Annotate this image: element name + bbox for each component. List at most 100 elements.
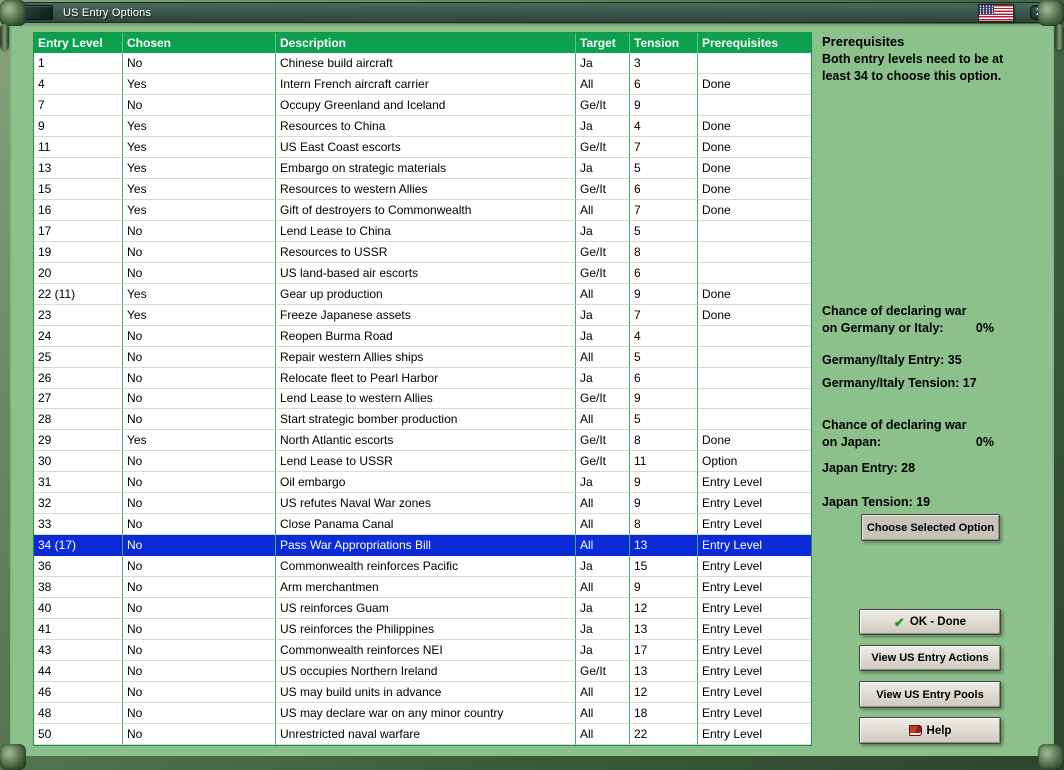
table-cell: No xyxy=(123,598,276,620)
help-button[interactable]: Help xyxy=(859,717,1001,744)
table-cell: All xyxy=(576,577,630,599)
table-cell: US land-based air escorts xyxy=(276,262,576,284)
table-cell: Yes xyxy=(123,73,276,95)
view-us-entry-pools-button[interactable]: View US Entry Pools xyxy=(859,681,1001,708)
table-cell: No xyxy=(123,661,276,683)
table-cell: 32 xyxy=(34,493,123,515)
column-header: Description xyxy=(276,33,576,53)
table-cell xyxy=(698,263,811,284)
table-cell: No xyxy=(123,640,276,662)
table-row[interactable]: 36 No Commonwealth reinforces Pacific Ja 15 E… xyxy=(34,556,811,578)
table-row[interactable]: 9 Yes Resources to China Ja 4 Done xyxy=(34,115,811,137)
table-cell: 40 xyxy=(34,598,123,620)
ok-done-button[interactable]: ✔ OK - Done xyxy=(859,609,1001,635)
choose-selected-option-button[interactable]: Choose Selected Option xyxy=(861,514,1000,541)
japan-tension-stat: Japan Tension: 19 xyxy=(822,495,931,509)
table-cell: Ja xyxy=(576,556,630,578)
table-cell: 11 xyxy=(34,136,123,158)
table-cell: 9 xyxy=(34,115,123,137)
table-cell: Reopen Burma Road xyxy=(276,325,576,347)
table-row[interactable]: 46 No US may build units in advance All 12 En… xyxy=(34,682,811,704)
table-cell: Gift of destroyers to Commonwealth xyxy=(276,199,576,221)
table-cell: Entry Level xyxy=(698,535,811,557)
table-cell: 13 xyxy=(34,157,123,179)
table-cell: 18 xyxy=(630,703,698,724)
table-row[interactable]: 43 No Commonwealth reinforces NEI Ja 17 Entry… xyxy=(34,640,811,662)
table-cell: 5 xyxy=(630,409,698,431)
table-cell: Ja xyxy=(576,325,630,347)
view-us-entry-pools-label: View US Entry Pools xyxy=(876,688,984,701)
table-cell: No xyxy=(123,409,276,431)
table-cell: Resources to USSR xyxy=(276,241,576,263)
table-cell: 5 xyxy=(630,157,698,179)
table-row[interactable]: 28 No Start strategic bomber production All… xyxy=(34,409,811,431)
table-cell: 6 xyxy=(630,73,698,95)
table-row[interactable]: 23 Yes Freeze Japanese assets Ja 7 Done xyxy=(34,304,811,326)
frame-corner-bottom-left xyxy=(0,744,26,770)
table-row[interactable]: 27 No Lend Lease to western Allies Ge/It 9 xyxy=(34,388,811,410)
help-label: Help xyxy=(926,724,952,737)
table-cell: No xyxy=(123,262,276,284)
table-row[interactable]: 29 Yes North Atlantic escorts Ge/It 8 Done xyxy=(34,430,811,452)
table-row[interactable]: 26 No Relocate fleet to Pearl Harbor Ja 6 xyxy=(34,367,811,389)
table-row[interactable]: 22 (11) Yes Gear up production All 9 Done xyxy=(34,283,811,305)
table-cell: Done xyxy=(698,200,811,221)
table-row[interactable]: 17 No Lend Lease to China Ja 5 xyxy=(34,220,811,242)
view-us-entry-actions-button[interactable]: View US Entry Actions xyxy=(859,645,1001,671)
table-row[interactable]: 33 No Close Panama Canal All 8 Entry Level xyxy=(34,514,811,536)
table-cell: Done xyxy=(698,179,811,200)
table-row[interactable]: 48 No US may declare war on any minor coun… xyxy=(34,703,811,724)
table-row[interactable]: 31 No Oil embargo Ja 9 Entry Level xyxy=(34,472,811,494)
table-cell: Commonwealth reinforces NEI xyxy=(276,640,576,662)
table-cell: 36 xyxy=(34,556,123,578)
table-cell: Resources to China xyxy=(276,115,576,137)
table-row[interactable]: 24 No Reopen Burma Road Ja 4 xyxy=(34,325,811,347)
table-cell xyxy=(698,347,811,368)
table-row[interactable]: 38 No Arm merchantmen All 9 Entry Level xyxy=(34,577,811,599)
table-cell: All xyxy=(576,73,630,95)
help-book-icon xyxy=(908,725,922,736)
table-row[interactable]: 13 Yes Embargo on strategic materials Ja 5 Do… xyxy=(34,157,811,179)
table-row[interactable]: 25 No Repair western Allies ships All 5 xyxy=(34,346,811,368)
table-cell: Ja xyxy=(576,598,630,620)
table-cell: All xyxy=(576,514,630,536)
table-row[interactable]: 11 Yes US East Coast escorts Ge/It 7 Done xyxy=(34,136,811,158)
table-cell: Ge/It xyxy=(576,94,630,116)
table-row[interactable]: 19 No Resources to USSR Ge/It 8 xyxy=(34,241,811,263)
table-cell: 7 xyxy=(630,199,698,221)
table-cell: 9 xyxy=(630,472,698,494)
entry-table-rows: 1 No Chinese build aircraft Ja 3 4 Yes Intern F… xyxy=(34,53,811,745)
table-cell: Done xyxy=(698,158,811,179)
table-cell: 43 xyxy=(34,640,123,662)
table-row[interactable]: 50 No Unrestricted naval warfare All 22 Entry… xyxy=(34,724,811,745)
table-row[interactable]: 40 No US reinforces Guam Ja 12 Entry Level xyxy=(34,598,811,620)
table-cell: 4 xyxy=(34,73,123,95)
table-cell: Ja xyxy=(576,115,630,137)
table-cell: 19 xyxy=(34,241,123,263)
table-row[interactable]: 20 No US land-based air escorts Ge/It 6 xyxy=(34,262,811,284)
table-cell: Done xyxy=(698,116,811,137)
table-row[interactable]: 16 Yes Gift of destroyers to Commonwealth A… xyxy=(34,199,811,221)
table-cell: Oil embargo xyxy=(276,472,576,494)
table-row[interactable]: 44 No US occupies Northern Ireland Ge/It 13 E… xyxy=(34,661,811,683)
table-row[interactable]: 32 No US refutes Naval War zones All 9 Entry … xyxy=(34,493,811,515)
table-row[interactable]: 1 No Chinese build aircraft Ja 3 xyxy=(34,53,811,74)
table-cell: All xyxy=(576,199,630,221)
table-row[interactable]: 7 No Occupy Greenland and Iceland Ge/It 9 xyxy=(34,94,811,116)
dialog-content: Entry Level Chosen Description Target Tensio… xyxy=(10,24,1054,756)
table-cell: 9 xyxy=(630,388,698,410)
table-row[interactable]: 30 No Lend Lease to USSR Ge/It 11 Option xyxy=(34,451,811,473)
table-cell: 4 xyxy=(630,115,698,137)
us-flag-icon xyxy=(978,3,1014,22)
table-cell: 12 xyxy=(630,682,698,704)
table-row[interactable]: 15 Yes Resources to western Allies Ge/It 6 Do… xyxy=(34,178,811,200)
column-header: Target xyxy=(576,33,630,53)
table-row[interactable]: 34 (17) No Pass War Appropriations Bill All… xyxy=(34,535,811,557)
table-row[interactable]: 41 No US reinforces the Philippines Ja 13 Ent… xyxy=(34,619,811,641)
table-cell: Relocate fleet to Pearl Harbor xyxy=(276,367,576,389)
table-cell: No xyxy=(123,451,276,473)
table-cell: 26 xyxy=(34,367,123,389)
table-cell: 13 xyxy=(630,619,698,641)
table-row[interactable]: 4 Yes Intern French aircraft carrier All 6 Do… xyxy=(34,73,811,95)
choose-selected-option-label: Choose Selected Option xyxy=(866,521,995,534)
